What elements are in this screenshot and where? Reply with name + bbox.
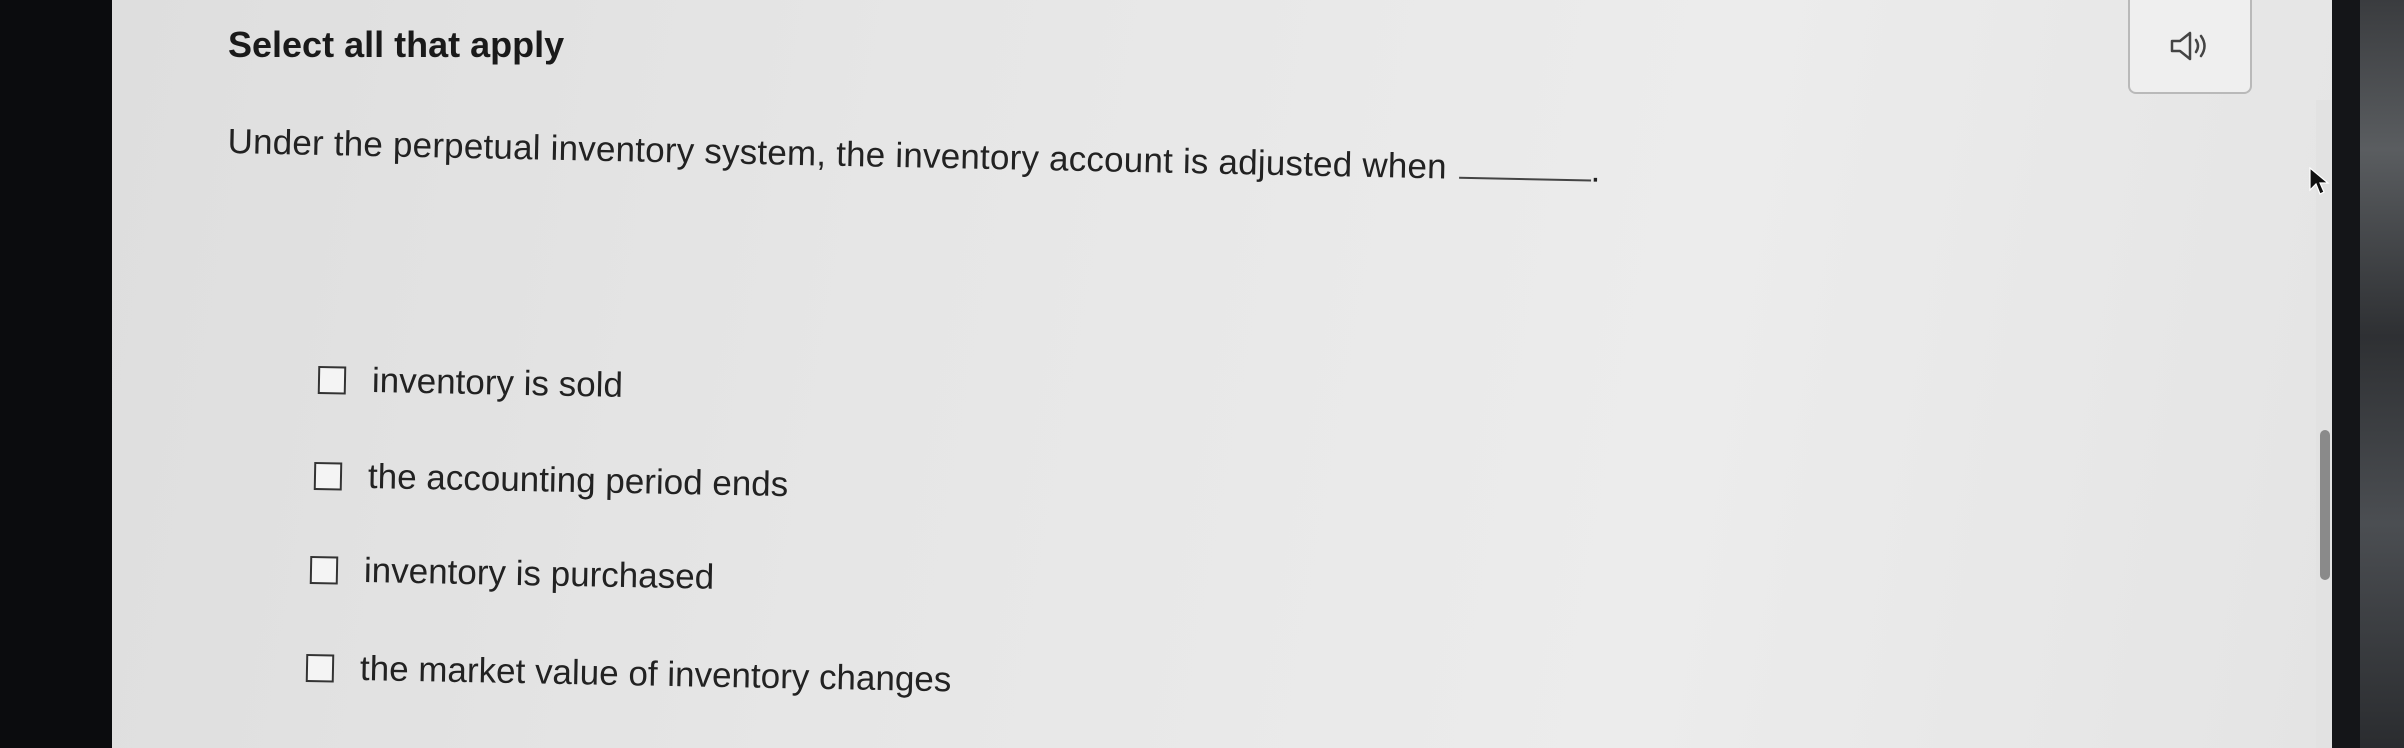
option-label: inventory is purchased bbox=[363, 551, 715, 597]
checkbox[interactable] bbox=[305, 654, 335, 683]
background-outside-screen bbox=[2360, 0, 2404, 748]
answer-blank bbox=[1458, 148, 1592, 182]
scrollbar-thumb[interactable] bbox=[2320, 430, 2330, 580]
screen-bezel bbox=[2332, 0, 2360, 748]
option-market-value-changes[interactable]: the market value of inventory changes bbox=[305, 648, 952, 700]
option-label: the accounting period ends bbox=[367, 457, 789, 505]
option-inventory-purchased[interactable]: inventory is purchased bbox=[309, 550, 715, 598]
question-end: . bbox=[1590, 150, 1602, 190]
pointer-icon bbox=[2309, 166, 2330, 195]
question-text: Under the perpetual inventory system, th… bbox=[227, 122, 1601, 191]
instruction-title: Select all that apply bbox=[228, 24, 565, 65]
option-label: the market value of inventory changes bbox=[359, 649, 952, 700]
checkbox[interactable] bbox=[313, 462, 343, 491]
checkbox[interactable] bbox=[317, 366, 347, 395]
option-inventory-sold[interactable]: inventory is sold bbox=[317, 360, 624, 406]
option-period-ends[interactable]: the accounting period ends bbox=[313, 456, 789, 505]
screen: Select all that apply Under the perpetua… bbox=[112, 0, 2332, 748]
scrollbar-track[interactable] bbox=[2316, 100, 2332, 748]
speaker-icon bbox=[2170, 31, 2206, 61]
option-label: inventory is sold bbox=[371, 361, 624, 405]
audio-button[interactable] bbox=[2128, 0, 2252, 94]
checkbox[interactable] bbox=[309, 556, 339, 585]
question-prompt: Under the perpetual inventory system, th… bbox=[227, 122, 1448, 187]
